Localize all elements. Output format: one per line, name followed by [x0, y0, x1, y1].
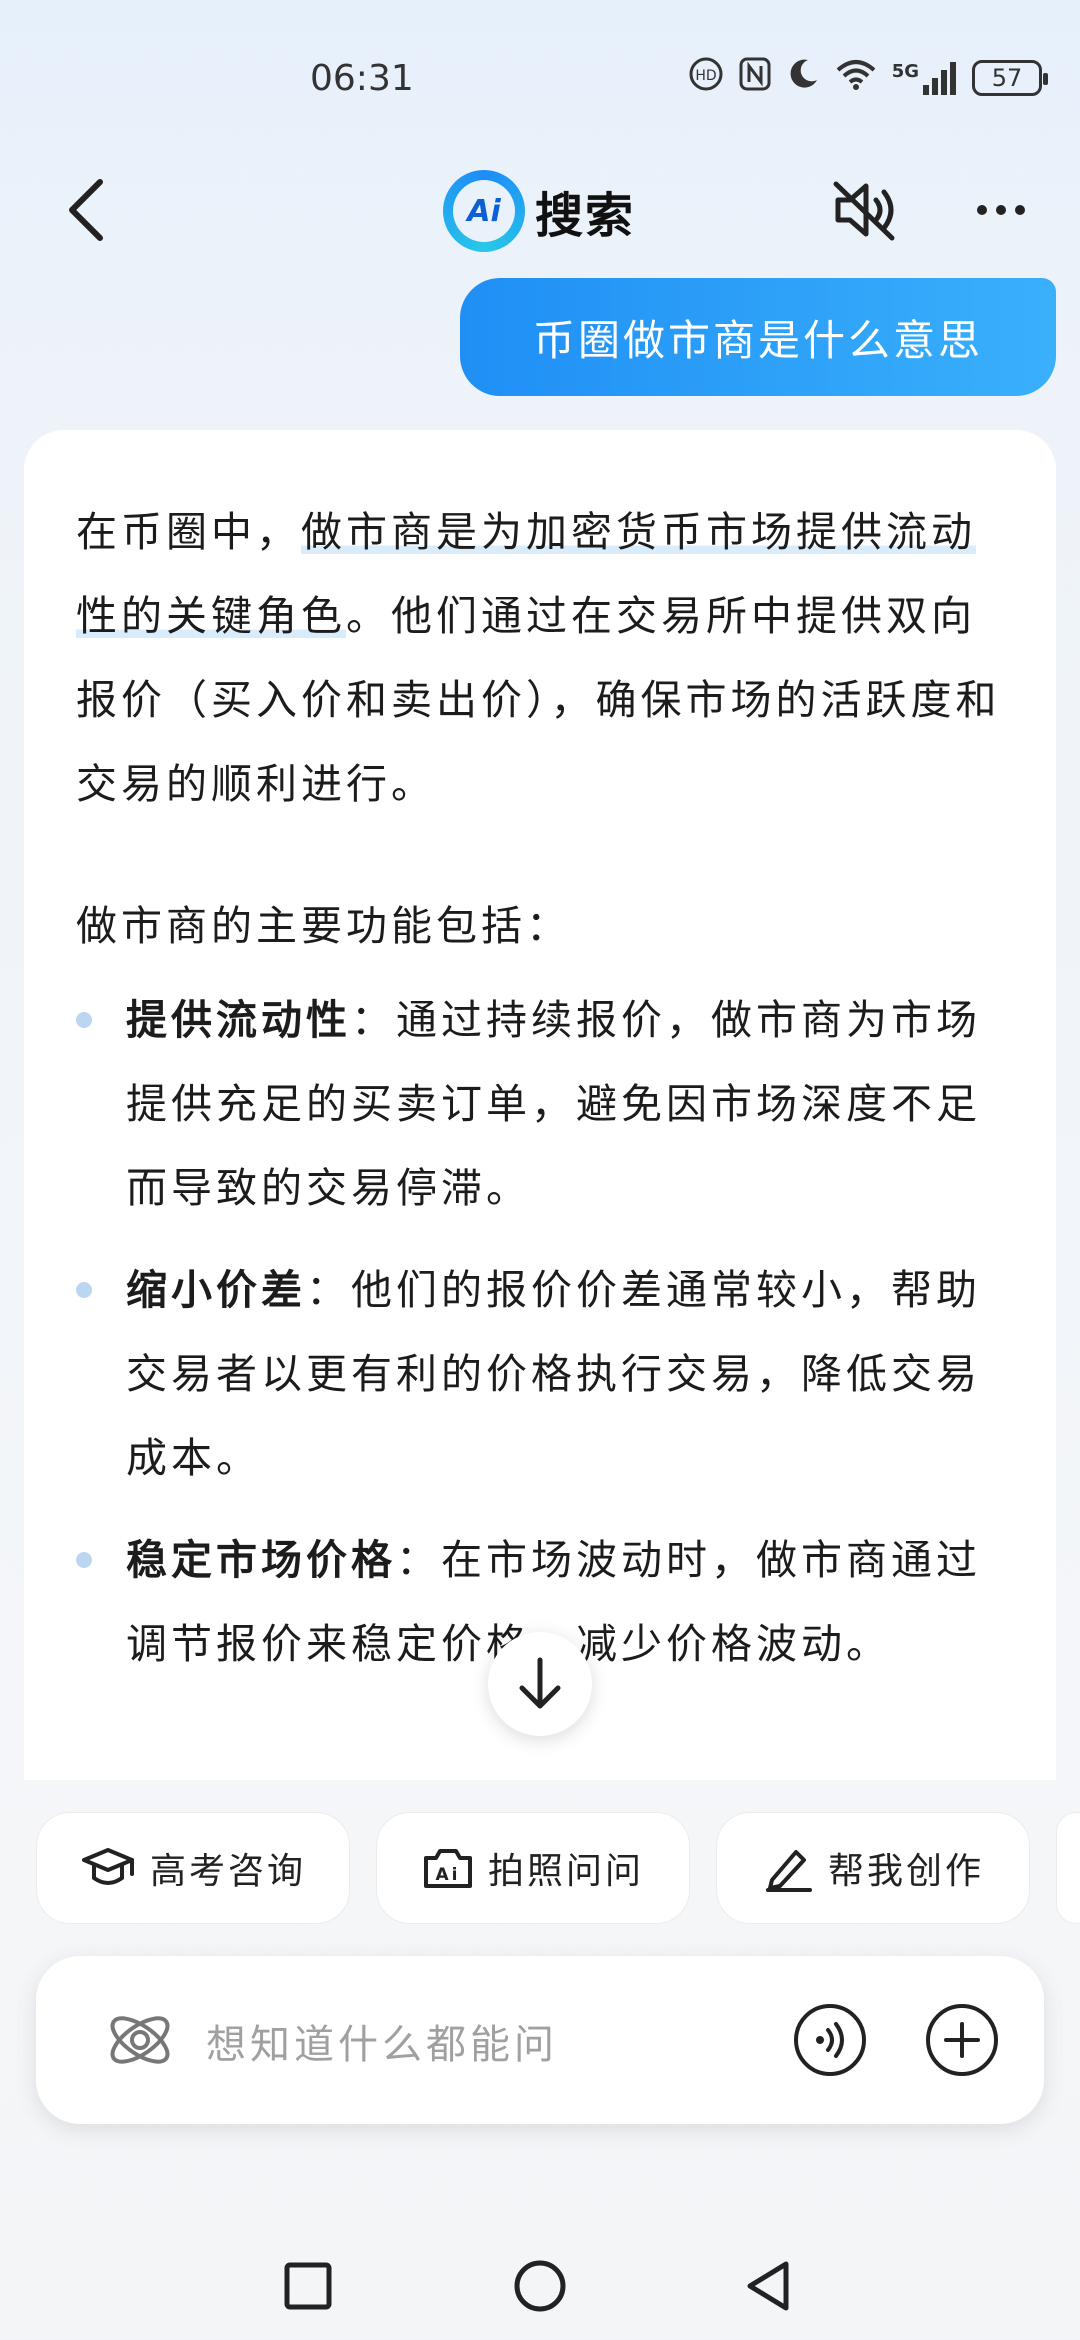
svg-text:HD: HD — [695, 68, 716, 84]
list-item: 缩小价差：他们的报价价差通常较小，帮助交易者以更有利的价格执行交易，降低交易成本… — [76, 1248, 1004, 1500]
mute-button[interactable] — [830, 178, 900, 242]
more-dot-icon — [977, 205, 987, 215]
answer-bullet-list: 提供流动性：通过持续报价，做市商为市场提供充足的买卖订单，避免因市场深度不足而导… — [76, 978, 1004, 1686]
bullet-title: 提供流动性 — [126, 996, 351, 1044]
intro-text: 在币圈中， — [76, 508, 301, 556]
back-button[interactable] — [56, 172, 116, 248]
nav-back-button[interactable] — [728, 2246, 808, 2326]
quick-action-more[interactable] — [1056, 1812, 1080, 1924]
status-icons: HD 5G 57 — [688, 56, 1048, 100]
battery-level: 57 — [991, 64, 1023, 92]
add-button[interactable] — [924, 2002, 1000, 2078]
answer-intro: 在币圈中，做市商是为加密货币市场提供流动性的关键角色。他们通过在交易所中提供双向… — [76, 490, 1004, 826]
ai-assistant-icon[interactable] — [102, 2002, 178, 2078]
bullet-title: 缩小价差 — [126, 1266, 306, 1314]
network-type: 5G — [891, 61, 919, 82]
bullet-dot-icon — [76, 1012, 92, 1028]
svg-text:Ai: Ai — [435, 1865, 460, 1885]
arrow-down-icon — [519, 1657, 561, 1709]
battery-indicator: 57 — [972, 60, 1048, 96]
ai-search-logo-icon: Ai — [443, 170, 525, 252]
voice-wave-icon — [794, 2004, 866, 2076]
search-input[interactable]: 想知道什么都能问 — [206, 2012, 558, 2070]
recents-button[interactable] — [268, 2246, 348, 2326]
highlighted-text[interactable]: 做市商是为加密货币市场提供 — [301, 508, 886, 556]
moon-icon — [786, 56, 820, 100]
scroll-to-bottom-button[interactable] — [488, 1632, 592, 1736]
bullet-dot-icon — [76, 1282, 92, 1298]
answer-card: 在币圈中，做市商是为加密货币市场提供流动性的关键角色。他们通过在交易所中提供双向… — [24, 430, 1056, 1780]
speaker-muted-icon — [833, 181, 895, 241]
status-time: 06:31 — [310, 58, 414, 99]
answer-lead: 做市商的主要功能包括： — [76, 902, 571, 950]
list-item: 提供流动性：通过持续报价，做市商为市场提供充足的买卖订单，避免因市场深度不足而导… — [76, 978, 1004, 1230]
quick-action-create[interactable]: 帮我创作 — [716, 1812, 1030, 1924]
bullet-dot-icon — [76, 1552, 92, 1568]
bullet-title: 稳定市场价格 — [126, 1536, 396, 1584]
answer-body: 在币圈中，做市商是为加密货币市场提供流动性的关键角色。他们通过在交易所中提供双向… — [24, 430, 1056, 1686]
chip-label: 高考咨询 — [149, 1851, 306, 1892]
more-dot-icon — [996, 205, 1006, 215]
graduation-cap-icon — [81, 1848, 134, 1885]
system-nav-bar — [0, 2230, 1080, 2330]
plus-circle-icon — [926, 2004, 998, 2076]
more-options-button[interactable] — [966, 178, 1036, 242]
circle-icon — [514, 2260, 566, 2312]
app-header: Ai 搜索 — [0, 160, 1080, 260]
brand: Ai 搜索 — [443, 170, 635, 252]
quick-action-photo[interactable]: Ai 拍照问问 — [376, 1812, 690, 1924]
triangle-back-icon — [747, 2261, 789, 2311]
square-icon — [284, 2262, 332, 2310]
wifi-icon — [834, 56, 878, 100]
signal-icon: 5G — [892, 61, 958, 95]
user-message-bubble[interactable]: 币圈做市商是什么意思 — [460, 278, 1056, 396]
camera-ai-icon: Ai — [423, 1849, 472, 1888]
chip-label: 帮我创作 — [827, 1851, 984, 1892]
chevron-left-icon — [69, 179, 103, 241]
status-bar: 06:31 HD 5G 57 — [0, 0, 1080, 160]
chip-label: 拍照问问 — [487, 1851, 644, 1892]
more-dot-icon — [1015, 205, 1025, 215]
input-bar: 想知道什么都能问 — [36, 1956, 1044, 2124]
hd-icon: HD — [688, 56, 724, 100]
page-title: 搜索 — [535, 188, 636, 244]
nfc-icon — [738, 56, 772, 100]
pen-icon — [765, 1850, 812, 1892]
voice-input-button[interactable] — [792, 2002, 868, 2078]
home-button[interactable] — [500, 2246, 580, 2326]
brand-badge: Ai — [453, 180, 515, 242]
quick-action-gaokao[interactable]: 高考咨询 — [36, 1812, 350, 1924]
quick-actions: 高考咨询 Ai 拍照问问 帮我创作 — [36, 1812, 1080, 1924]
